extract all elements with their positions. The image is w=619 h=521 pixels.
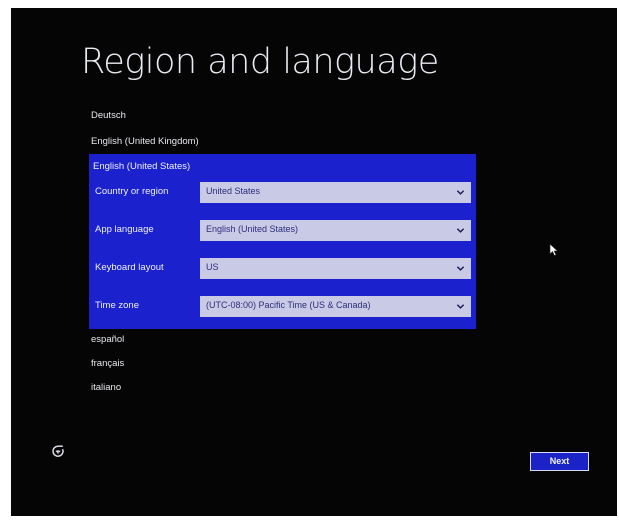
timezone-label: Time zone — [95, 300, 139, 311]
keyboard-label: Keyboard layout — [95, 262, 164, 273]
language-item-english-uk[interactable]: English (United Kingdom) — [91, 136, 199, 147]
timezone-value: (UTC-08:00) Pacific Time (US & Canada) — [206, 300, 371, 310]
chevron-down-icon — [456, 228, 465, 233]
setup-screen: Region and language Deutsch English (Uni… — [11, 8, 617, 516]
keyboard-select[interactable]: US — [200, 258, 471, 279]
app-language-label: App language — [95, 224, 154, 235]
timezone-select[interactable]: (UTC-08:00) Pacific Time (US & Canada) — [200, 296, 471, 317]
app-language-row: App language English (United States) — [89, 220, 476, 242]
language-item-espanol[interactable]: español — [91, 334, 124, 345]
ease-of-access-icon[interactable] — [51, 444, 65, 458]
language-item-italiano[interactable]: italiano — [91, 382, 121, 393]
next-button[interactable]: Next — [530, 452, 589, 471]
country-value: United States — [206, 186, 261, 196]
keyboard-row: Keyboard layout US — [89, 258, 476, 280]
chevron-down-icon — [456, 266, 465, 271]
country-select[interactable]: United States — [200, 182, 471, 203]
language-item-deutsch[interactable]: Deutsch — [91, 110, 126, 121]
app-language-select[interactable]: English (United States) — [200, 220, 471, 241]
timezone-row: Time zone (UTC-08:00) Pacific Time (US &… — [89, 296, 476, 318]
country-label: Country or region — [95, 186, 169, 197]
mouse-pointer-icon — [549, 243, 559, 256]
page-title: Region and language — [81, 42, 439, 82]
selected-language-panel: English (United States) Country or regio… — [89, 154, 476, 329]
chevron-down-icon — [456, 190, 465, 195]
country-row: Country or region United States — [89, 182, 476, 204]
language-item-francais[interactable]: français — [91, 358, 124, 369]
app-language-value: English (United States) — [206, 224, 299, 234]
language-item-english-us[interactable]: English (United States) — [93, 161, 190, 172]
keyboard-value: US — [206, 262, 219, 272]
chevron-down-icon — [456, 304, 465, 309]
